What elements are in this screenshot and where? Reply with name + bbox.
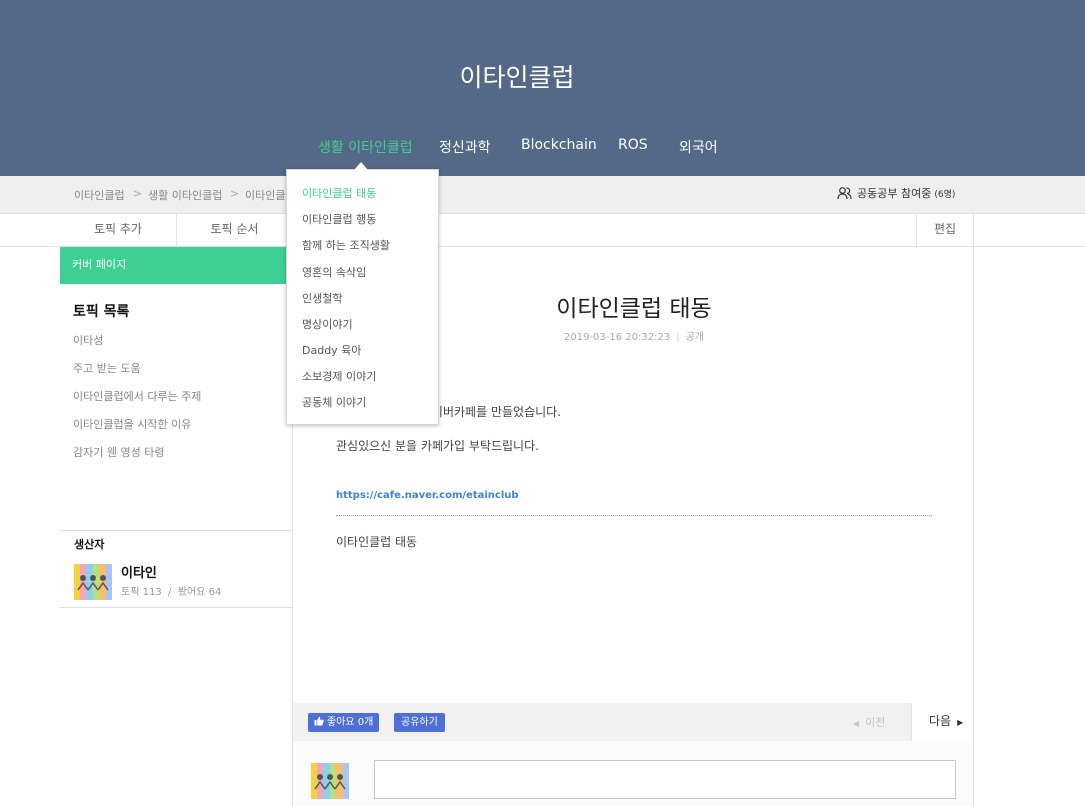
breadcrumb-item-current[interactable]: 이타인클	[245, 187, 285, 203]
add-topic-button[interactable]: 토픽 추가	[60, 214, 177, 246]
dropdown-caret	[354, 162, 368, 170]
nav-item-foreign-language[interactable]: 외국어	[679, 137, 718, 157]
share-button[interactable]: 공유하기	[394, 713, 445, 732]
post-visibility: 공개	[685, 332, 704, 343]
like-button[interactable]: 좋아요 0개	[308, 713, 380, 732]
likes-count: 64	[208, 587, 222, 598]
post-body-line: 관심있으신 분을 카페가입 부탁드립니다.	[336, 439, 539, 453]
category-dropdown: 이타인클럽 태동 이타인클럽 행동 함께 하는 조직생활 영혼의 속삭임 인생철…	[286, 169, 439, 425]
topics-count: 113	[142, 587, 162, 598]
prev-label: 이전	[865, 716, 886, 729]
dropdown-item[interactable]: 명상이야기	[302, 316, 353, 332]
breadcrumb-separator: >	[230, 187, 240, 200]
comment-area	[293, 741, 973, 806]
chevron-left-icon: ◀	[853, 719, 860, 728]
nav-item-mental-science[interactable]: 정신과학	[439, 137, 491, 157]
thumbs-up-icon	[314, 716, 324, 726]
dropdown-item[interactable]: 이타인클럽 행동	[302, 211, 376, 227]
dropdown-item[interactable]: Daddy 육아	[302, 342, 361, 358]
meta-separator: |	[676, 332, 680, 343]
next-button[interactable]: 다음 ▶	[911, 703, 973, 741]
producer-name[interactable]: 이타인	[121, 562, 157, 581]
producer-avatar[interactable]	[74, 564, 112, 600]
study-participation[interactable]: 공동공부 참여중 (6명)	[837, 185, 955, 201]
like-label: 좋아요 0개	[327, 717, 374, 728]
dropdown-item[interactable]: 인생철학	[302, 290, 342, 306]
topics-label: 토픽	[121, 587, 140, 598]
topic-item[interactable]: 이타인클럽을 시작한 이유	[73, 416, 191, 432]
breadcrumb: 이타인클럽 > 생활 이타인클럽 > 이타인클 공동공부 참여중 (6명)	[0, 176, 1085, 214]
nav-item-blockchain[interactable]: Blockchain	[521, 137, 597, 153]
breadcrumb-item-life[interactable]: 생활 이타인클럽	[148, 187, 222, 203]
site-title[interactable]: 이타인클럽	[0, 58, 1034, 94]
likes-label: 봤어요	[177, 587, 206, 598]
user-avatar	[311, 763, 349, 799]
producer-label: 생산자	[74, 538, 105, 551]
dropdown-item[interactable]: 공동체 이야기	[302, 394, 366, 410]
topic-item[interactable]: 주고 받는 도움	[73, 360, 141, 376]
producer-stats: 토픽 113 / 봤어요 64	[121, 583, 221, 598]
prev-button[interactable]: ◀ 이전	[853, 714, 885, 730]
site-header: 이타인클럽 생활 이타인클럽 정신과학 Blockchain ROS 외국어	[0, 0, 1085, 176]
divider	[336, 515, 932, 516]
cafe-link[interactable]: https://cafe.naver.com/etainclub	[336, 490, 519, 501]
chevron-right-icon: ▶	[957, 718, 964, 727]
edit-button[interactable]: 편집	[916, 214, 974, 246]
dropdown-item[interactable]: 소보경제 이야기	[302, 368, 376, 384]
post-body-tail: 이타인클럽 태동	[336, 535, 418, 549]
sidebar: 커버 페이지 토픽 목록 이타성 주고 받는 도움 이타인클럽에서 다루는 주제…	[60, 247, 292, 806]
dropdown-item[interactable]: 함께 하는 조직생활	[302, 237, 390, 253]
stats-separator: /	[168, 587, 172, 598]
breadcrumb-item-club[interactable]: 이타인클럽	[74, 187, 125, 203]
topic-order-button[interactable]: 토픽 순서	[177, 214, 293, 246]
next-label: 다음	[929, 714, 952, 728]
comment-input[interactable]	[374, 760, 956, 799]
topic-toolbar: 토픽 추가 토픽 순서 편집	[0, 214, 1085, 247]
topic-item[interactable]: 이타성	[73, 332, 103, 348]
post-date: 2019-03-16 20:32:23	[564, 332, 671, 343]
nav-item-ros[interactable]: ROS	[618, 137, 648, 153]
dropdown-item[interactable]: 이타인클럽 태동	[302, 185, 376, 201]
study-label: 공동공부 참여중	[857, 187, 932, 200]
topic-item[interactable]: 이타인클럽에서 다루는 주제	[73, 388, 201, 404]
people-icon	[837, 186, 852, 199]
topic-item[interactable]: 감자기 웬 영성 타령	[73, 444, 164, 460]
topic-list-heading: 토픽 목록	[73, 304, 130, 320]
producer-box: 생산자 이타인 토픽 113 / 봤어요 64	[60, 530, 292, 608]
nav-item-life[interactable]: 생활 이타인클럽	[318, 137, 413, 157]
post-action-bar: 좋아요 0개 공유하기 ◀ 이전 다음 ▶	[293, 703, 973, 741]
dropdown-item[interactable]: 영혼의 속삭임	[302, 264, 366, 280]
study-count: (6명)	[934, 189, 956, 200]
breadcrumb-separator: >	[133, 187, 143, 200]
cover-page-link[interactable]: 커버 페이지	[60, 247, 292, 284]
